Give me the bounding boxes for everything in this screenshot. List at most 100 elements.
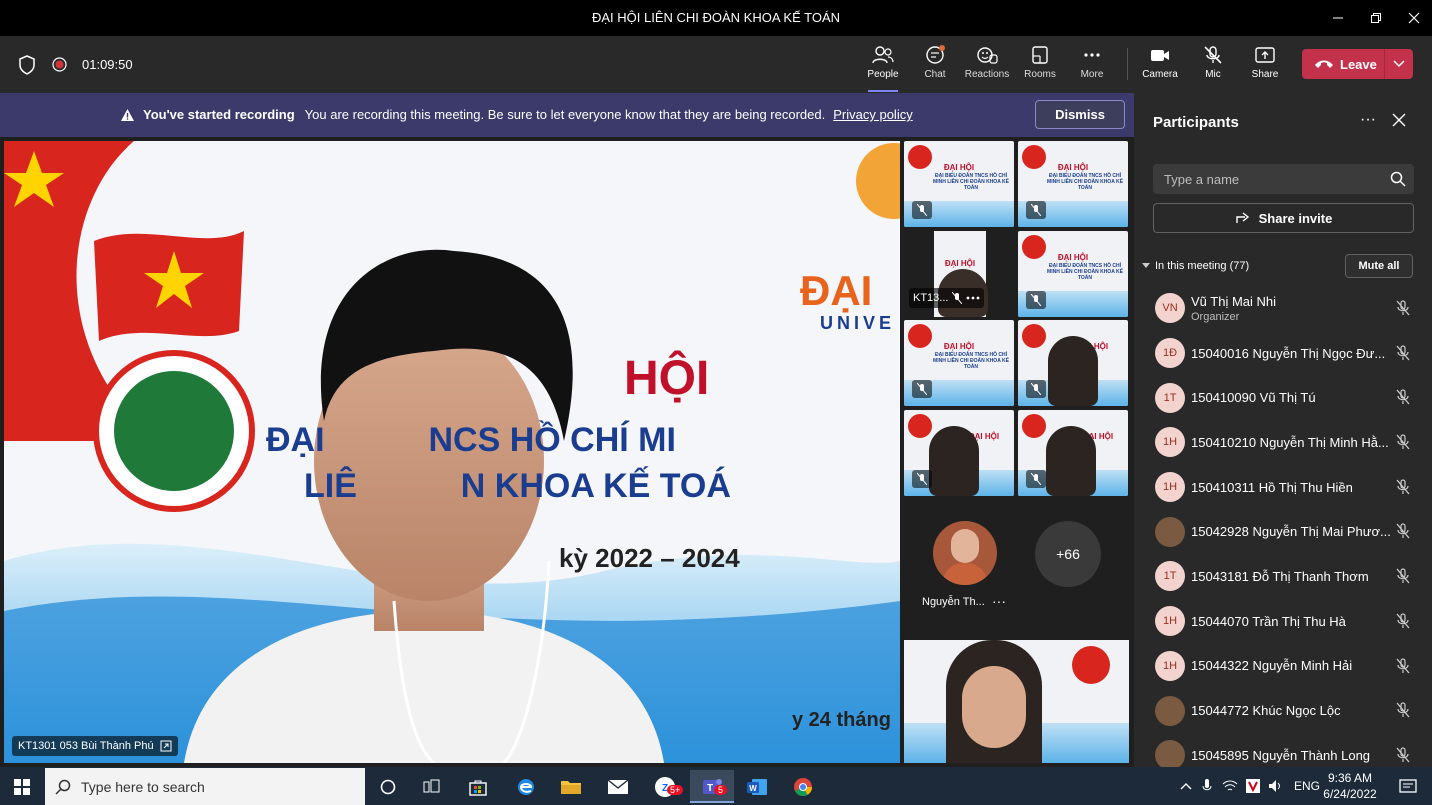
participant-avatar: 1H (1155, 427, 1185, 458)
leave-main[interactable]: Leave (1302, 57, 1384, 72)
chat-button[interactable]: Chat (910, 42, 960, 88)
leave-options-button[interactable] (1385, 60, 1413, 68)
participant-avatar: 1T (1155, 561, 1185, 592)
dismiss-button[interactable]: Dismiss (1035, 100, 1125, 129)
share-button[interactable]: Share (1240, 42, 1290, 88)
share-icon (1255, 47, 1275, 63)
mic-off-icon (1396, 523, 1410, 544)
more-button[interactable]: More (1067, 42, 1117, 88)
mail-app[interactable] (598, 770, 638, 803)
rooms-button[interactable]: Rooms (1015, 42, 1065, 88)
shield-icon (19, 55, 35, 75)
slide-term: kỳ 2022 – 2024 (559, 543, 740, 573)
in-meeting-toggle[interactable]: In this meeting (77) (1142, 260, 1249, 272)
video-tile[interactable]: ĐẠI HỘI (904, 410, 1014, 496)
mic-off-icon (1396, 345, 1410, 366)
notification-icon (1399, 778, 1417, 793)
video-tile[interactable]: ĐẠI HỘI ĐẠI BIỂU ĐOÀN TNCS HỒ CHÍ MINH L… (1018, 141, 1128, 227)
people-icon (872, 46, 894, 64)
participant-name: 15045895 Nguyễn Thành Long (1191, 747, 1371, 763)
notifications-button[interactable] (1388, 770, 1428, 803)
video-tile[interactable]: ĐẠI HỘI ĐẠI BIỂU ĐOÀN TNCS HỒ CHÍ MINH L… (904, 141, 1014, 227)
participant-avatar: 1H (1155, 650, 1185, 681)
chrome-app[interactable] (783, 770, 823, 803)
mic-off-icon (1396, 657, 1410, 679)
participant-name: 150410090 Vũ Thị Tú (1191, 390, 1316, 406)
store-app[interactable] (458, 770, 498, 803)
file-explorer-app[interactable] (551, 770, 591, 803)
video-tile[interactable]: ĐẠI HỘI (1018, 320, 1128, 406)
volume-icon[interactable] (1268, 779, 1284, 793)
participant-row[interactable]: 1Đ 15040016 Nguyễn Thị Ngọc Đư... (1134, 331, 1432, 376)
panel-more-icon[interactable]: ··· (1360, 111, 1376, 129)
antivirus-icon[interactable] (1246, 779, 1260, 793)
pin-icon[interactable] (160, 740, 172, 752)
mute-all-button[interactable]: Mute all (1345, 254, 1413, 278)
participant-search-input[interactable] (1153, 164, 1383, 194)
close-panel-icon[interactable] (1392, 113, 1406, 127)
search-icon (55, 779, 71, 795)
network-icon[interactable] (1222, 780, 1238, 792)
zalo-app[interactable]: Z 5+ (645, 770, 685, 803)
leave-button[interactable]: Leave (1302, 49, 1413, 79)
participant-row[interactable]: 1H 150410311 Hồ Thị Thu Hiền (1134, 465, 1432, 510)
share-invite-button[interactable]: Share invite (1153, 203, 1414, 233)
task-view-button[interactable] (412, 770, 452, 803)
chevron-down-icon (1393, 60, 1405, 68)
mic-off-icon (1396, 300, 1410, 321)
mic-off-icon (1396, 702, 1410, 723)
zalo-badge: 5+ (667, 785, 684, 795)
reactions-button[interactable]: Reactions (962, 42, 1012, 88)
participant-row[interactable]: 1T 15043181 Đỗ Thị Thanh Thơm (1134, 554, 1432, 599)
camera-icon (1151, 50, 1169, 61)
close-window-button[interactable] (1396, 0, 1432, 36)
start-button[interactable] (2, 770, 42, 803)
participant-row[interactable]: 1T 150410090 Vũ Thị Tú (1134, 375, 1432, 420)
maximize-button[interactable] (1358, 0, 1394, 36)
people-button[interactable]: People (858, 42, 908, 92)
participant-row[interactable]: 15044772 Khúc Ngọc Lộc (1134, 688, 1432, 733)
cortana-icon (380, 779, 396, 794)
avatar-more-icon[interactable]: ··· (992, 593, 1006, 609)
close-icon (1408, 12, 1420, 24)
participant-row[interactable]: VN Vũ Thị Mai Nhi Organizer (1134, 286, 1432, 331)
search-icon[interactable] (1390, 171, 1406, 187)
taskbar-clock[interactable]: 9:36 AM 6/24/2022 (1322, 770, 1378, 802)
participant-row[interactable]: 15042928 Nguyễn Thị Mai Phươ... (1134, 509, 1432, 554)
slide-line-2: LIÊ N KHOA KẾ TOÁ (304, 467, 731, 505)
word-app[interactable]: W (737, 770, 777, 803)
overflow-participants-button[interactable]: +66 (1035, 521, 1101, 587)
chevron-up-icon[interactable] (1180, 782, 1192, 790)
more-icon[interactable] (966, 296, 980, 300)
self-view-video[interactable] (904, 640, 1129, 763)
participant-avatar (1155, 740, 1185, 771)
video-tile[interactable]: ĐẠI HỘI (1018, 410, 1128, 496)
privacy-policy-link[interactable]: Privacy policy (833, 107, 912, 122)
microphone-icon[interactable] (1202, 778, 1212, 794)
participant-avatar[interactable] (933, 521, 997, 585)
rooms-icon (1032, 46, 1048, 64)
speaker-label: KT1301 053 Bùi Thành Phú (12, 736, 178, 756)
system-tray: ENG (1180, 767, 1320, 805)
participant-row[interactable]: 1H 150410210 Nguyễn Thị Minh Hằ... (1134, 420, 1432, 465)
participant-row[interactable]: 1H 15044322 Nguyễn Minh Hải (1134, 644, 1432, 689)
slide-line-1: ĐẠI NCS HỒ CHÍ MI (266, 421, 676, 459)
video-tile[interactable]: ĐẠI HỘI ĐẠI BIỂU ĐOÀN TNCS HỒ CHÍ MINH L… (904, 320, 1014, 406)
participant-avatar: 1Đ (1155, 338, 1185, 369)
participant-name: 15044070 Trần Thị Thu Hà (1191, 613, 1346, 629)
minimize-button[interactable] (1320, 0, 1356, 36)
cortana-button[interactable] (368, 770, 408, 803)
edge-app[interactable] (506, 770, 546, 803)
participant-name: 150410311 Hồ Thị Thu Hiền (1191, 479, 1353, 495)
main-video[interactable]: ĐẠI UNIVE HỘI ĐẠI NCS HỒ CHÍ MI LIÊ N KH… (4, 141, 900, 763)
participant-name: 15044772 Khúc Ngọc Lộc (1191, 703, 1341, 719)
language-indicator[interactable]: ENG (1294, 779, 1320, 793)
camera-button[interactable]: Camera (1135, 42, 1185, 88)
participant-list: VN Vũ Thị Mai Nhi Organizer 1Đ 15040016 Nguy… (1134, 286, 1432, 778)
taskbar-search[interactable]: Type here to search (45, 768, 365, 805)
banner-title: You've started recording (143, 107, 295, 122)
mic-button[interactable]: Mic (1188, 42, 1238, 88)
teams-app[interactable]: T 5 (690, 770, 734, 803)
participant-row[interactable]: 1H 15044070 Trần Thị Thu Hà (1134, 599, 1432, 644)
video-tile[interactable]: ĐẠI HỘI ĐẠI BIỂU ĐOÀN TNCS HỒ CHÍ MINH L… (1018, 231, 1128, 317)
